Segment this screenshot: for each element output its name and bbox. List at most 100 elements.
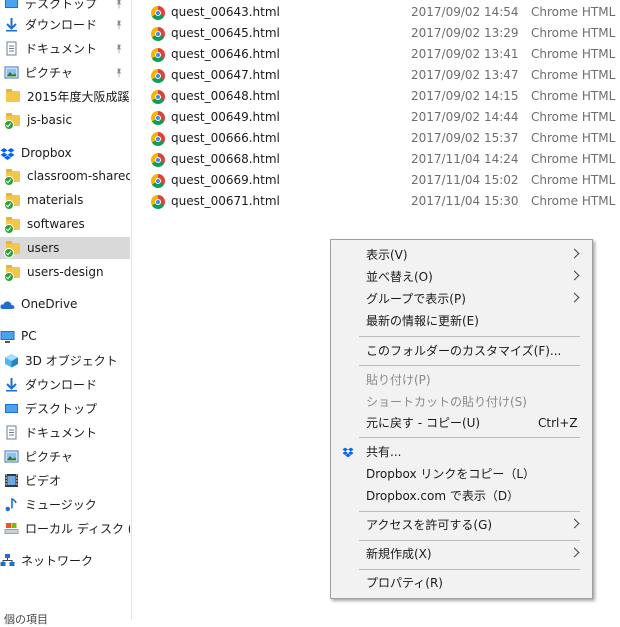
- file-type: Chrome HTML Do: [531, 89, 620, 103]
- context-menu-item-0[interactable]: 表示(V): [331, 244, 592, 265]
- file-name: quest_00647.html: [171, 68, 280, 82]
- pin-icon: [114, 43, 122, 54]
- nav-item-16[interactable]: デスクトップ: [0, 397, 130, 419]
- navigation-pane: デスクトップダウンロードドキュメントピクチャ 2015年度大阪成蹊大 js-basi…: [0, 0, 132, 620]
- context-menu-item-3[interactable]: 最新の情報に更新(E): [331, 310, 592, 331]
- nav-item-4[interactable]: 2015年度大阪成蹊大: [0, 85, 130, 107]
- chrome-icon: [151, 174, 165, 188]
- nav-item-label: OneDrive: [21, 297, 78, 311]
- nav-item-label: ピクチャ: [25, 65, 73, 80]
- pictures-icon: [4, 65, 19, 80]
- context-menu-item-1[interactable]: 並べ替え(O): [331, 266, 592, 287]
- nav-item-21[interactable]: ローカル ディスク (C:): [0, 517, 130, 539]
- context-menu-item-13[interactable]: プロパティ(R): [331, 572, 592, 593]
- file-date-modified: 2017/09/02 14:54: [411, 5, 519, 19]
- nav-item-22[interactable]: ネットワーク: [0, 549, 130, 571]
- context-menu-item-10[interactable]: Dropbox.com で表示（D）: [331, 485, 592, 506]
- nav-item-8[interactable]: materials: [0, 189, 130, 211]
- nav-item-label: ローカル ディスク (C:): [25, 521, 130, 536]
- file-date-modified: 2017/11/04 14:24: [411, 152, 519, 166]
- nav-item-3[interactable]: ピクチャ: [0, 61, 130, 83]
- nav-item-label: ミュージック: [25, 497, 97, 512]
- nav-item-12[interactable]: OneDrive: [0, 293, 130, 315]
- nav-item-2[interactable]: ドキュメント: [0, 37, 130, 59]
- context-menu-item-9[interactable]: Dropbox リンクをコピー（L）: [331, 463, 592, 484]
- nav-item-label: ダウンロード: [25, 17, 98, 32]
- file-date-modified: 2017/11/04 15:30: [411, 194, 519, 208]
- desktop-icon: [4, 0, 19, 11]
- folder-icon: [6, 88, 21, 104]
- 3d-objects-icon: [4, 353, 19, 368]
- nav-item-9[interactable]: softwares: [0, 213, 130, 235]
- pin-icon: [114, 19, 122, 30]
- menu-item-label: ショートカットの貼り付け(S): [366, 395, 527, 409]
- context-menu-item-8[interactable]: 共有...: [331, 441, 592, 462]
- nav-item-6[interactable]: Dropbox: [0, 142, 130, 164]
- chrome-icon: [151, 90, 165, 104]
- nav-item-label: ピクチャ: [25, 449, 73, 464]
- file-name: quest_00649.html: [171, 110, 280, 124]
- onedrive-icon: [0, 297, 15, 312]
- nav-item-19[interactable]: ビデオ: [0, 469, 130, 491]
- chrome-icon: [151, 6, 165, 20]
- nav-item-label: users: [27, 241, 60, 255]
- nav-item-label: 3D オブジェクト: [25, 353, 118, 368]
- folder-synced-icon: [4, 112, 21, 130]
- chrome-icon: [151, 48, 165, 62]
- nav-item-label: ダウンロード: [25, 377, 98, 392]
- file-date-modified: 2017/09/02 13:29: [411, 26, 519, 40]
- nav-item-18[interactable]: ピクチャ: [0, 445, 130, 467]
- nav-item-label: classroom-shared: [27, 169, 130, 183]
- nav-item-label: Dropbox: [21, 146, 72, 160]
- nav-item-13[interactable]: PC: [0, 325, 130, 347]
- file-date-modified: 2017/11/04 15:02: [411, 173, 519, 187]
- nav-item-10[interactable]: users: [0, 237, 130, 259]
- menu-item-label: 最新の情報に更新(E): [366, 314, 479, 328]
- nav-item-label: softwares: [27, 217, 85, 231]
- context-menu-item-11[interactable]: アクセスを許可する(G): [331, 514, 592, 535]
- music-icon: [4, 497, 19, 512]
- menu-item-label: 共有...: [366, 445, 402, 459]
- nav-item-15[interactable]: ダウンロード: [0, 373, 130, 395]
- folder-synced-icon: [4, 240, 21, 258]
- chrome-icon: [151, 111, 165, 125]
- context-menu-item-12[interactable]: 新規作成(X): [331, 543, 592, 564]
- nav-item-label: ビデオ: [25, 473, 62, 488]
- nav-item-17[interactable]: ドキュメント: [0, 421, 130, 443]
- file-type: Chrome HTML Do: [531, 194, 620, 208]
- menu-item-shortcut: Ctrl+Z: [538, 415, 578, 430]
- context-menu-item-4[interactable]: このフォルダーのカスタマイズ(F)...: [331, 340, 592, 361]
- nav-item-label: users-design: [27, 265, 104, 279]
- context-menu-item-6: ショートカットの貼り付け(S): [331, 391, 592, 412]
- nav-item-0[interactable]: デスクトップ: [0, 0, 130, 14]
- document-icon: [4, 41, 19, 56]
- dropbox-icon: [0, 146, 15, 161]
- file-type: Chrome HTML Do: [531, 131, 620, 145]
- pin-icon: [114, 0, 122, 9]
- submenu-chevron-icon: [569, 518, 580, 529]
- nav-item-1[interactable]: ダウンロード: [0, 13, 130, 35]
- nav-item-11[interactable]: users-design: [0, 261, 130, 283]
- menu-separator: [359, 569, 580, 570]
- nav-item-5[interactable]: js-basic: [0, 109, 130, 131]
- file-type: Chrome HTML Do: [531, 47, 620, 61]
- file-type: Chrome HTML Do: [531, 110, 620, 124]
- nav-item-7[interactable]: classroom-shared: [0, 165, 130, 187]
- menu-item-label: 並べ替え(O): [366, 270, 433, 284]
- submenu-chevron-icon: [569, 292, 580, 303]
- menu-item-label: プロパティ(R): [366, 576, 443, 590]
- context-menu-item-2[interactable]: グループで表示(P): [331, 288, 592, 309]
- submenu-chevron-icon: [569, 248, 580, 259]
- chrome-icon: [151, 69, 165, 83]
- context-menu-item-7[interactable]: 元に戻す - コピー(U) Ctrl+Z: [331, 412, 592, 433]
- nav-item-14[interactable]: 3D オブジェクト: [0, 349, 130, 371]
- nav-item-20[interactable]: ミュージック: [0, 493, 130, 515]
- network-icon: [0, 553, 15, 568]
- file-date-modified: 2017/09/02 15:37: [411, 131, 519, 145]
- pictures-icon: [4, 449, 19, 464]
- download-arrow-icon: [4, 377, 19, 392]
- file-date-modified: 2017/09/02 13:41: [411, 47, 519, 61]
- file-type: Chrome HTML Do: [531, 68, 620, 82]
- dropbox-icon: [341, 446, 355, 458]
- file-name: quest_00668.html: [171, 152, 280, 166]
